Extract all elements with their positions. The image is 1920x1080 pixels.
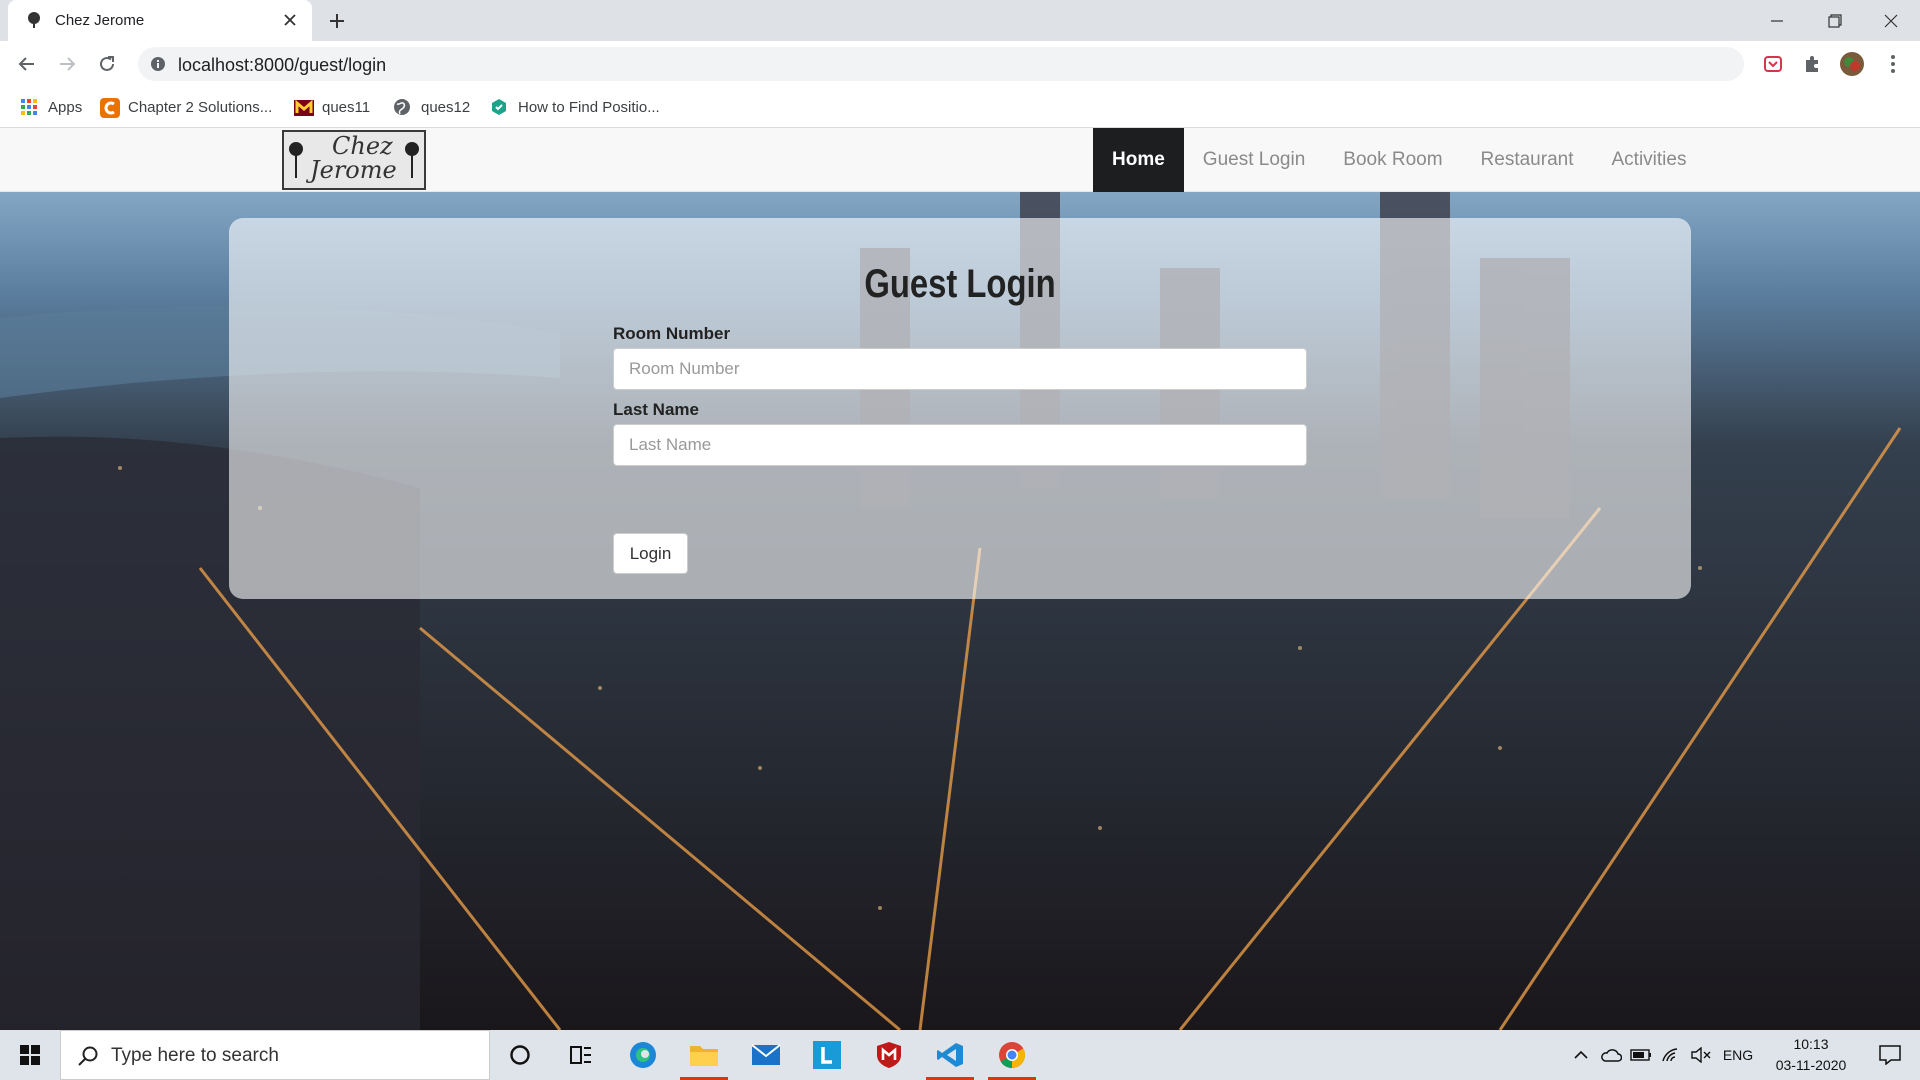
windows-start-icon[interactable] bbox=[0, 1030, 60, 1080]
file-explorer-icon[interactable] bbox=[674, 1030, 734, 1080]
bookmark-find-position[interactable]: How to Find Positio... bbox=[490, 95, 660, 119]
onedrive-cloud-icon[interactable] bbox=[1598, 1030, 1624, 1080]
bookmark-label: Chapter 2 Solutions... bbox=[128, 98, 273, 116]
site-navbar: Chez Jerome Home Guest Login Book Room R… bbox=[0, 128, 1920, 192]
room-number-label: Room Number bbox=[613, 324, 731, 343]
apps-grid-icon bbox=[20, 98, 38, 116]
mcafee-icon[interactable] bbox=[859, 1030, 919, 1080]
windows-taskbar: Type here to search ENG 10:13 03-11-2020 bbox=[0, 1030, 1920, 1080]
cortana-icon[interactable] bbox=[490, 1030, 550, 1080]
bookmark-label: ques11 bbox=[322, 98, 371, 116]
battery-icon[interactable] bbox=[1628, 1030, 1654, 1080]
nav-restaurant[interactable]: Restaurant bbox=[1462, 128, 1593, 192]
mail-icon[interactable] bbox=[736, 1030, 796, 1080]
bookmark-ques11[interactable]: ques11 bbox=[294, 95, 370, 119]
show-hidden-icons-chevron-icon[interactable] bbox=[1568, 1030, 1594, 1080]
brand-line-2: Jerome bbox=[310, 156, 397, 184]
login-card: Guest Login Room Number Last Name Login bbox=[229, 218, 1691, 599]
brand-logo[interactable]: Chez Jerome bbox=[282, 130, 426, 190]
bookmark-chapter2[interactable]: Chapter 2 Solutions... bbox=[100, 95, 272, 119]
login-button[interactable]: Login bbox=[613, 533, 688, 574]
notification-center-icon[interactable] bbox=[1862, 1030, 1918, 1080]
new-tab-icon[interactable] bbox=[324, 8, 350, 34]
url-text: localhost:8000/guest/login bbox=[178, 55, 387, 75]
tab-strip: Chez Jerome bbox=[0, 0, 1920, 41]
reload-icon[interactable] bbox=[92, 49, 122, 79]
vscode-icon[interactable] bbox=[920, 1030, 980, 1080]
tab-title: Chez Jerome bbox=[55, 12, 145, 29]
taskbar-search[interactable]: Type here to search bbox=[60, 1030, 490, 1080]
brand-line-1: Chez bbox=[332, 132, 393, 160]
system-clock[interactable]: 10:13 03-11-2020 bbox=[1762, 1034, 1860, 1076]
restore-icon[interactable] bbox=[1806, 0, 1864, 41]
clock-date: 03-11-2020 bbox=[1775, 1057, 1847, 1073]
bookmark-ques12[interactable]: ques12 bbox=[393, 95, 470, 119]
language-indicator[interactable]: ENG bbox=[1718, 1030, 1758, 1080]
address-bar[interactable]: localhost:8000/guest/login bbox=[138, 47, 1744, 81]
search-placeholder: Type here to search bbox=[111, 1045, 279, 1066]
wifi-icon[interactable] bbox=[1658, 1030, 1684, 1080]
site-info-icon[interactable] bbox=[150, 56, 166, 72]
tree-favicon-icon bbox=[26, 12, 42, 28]
room-number-input[interactable] bbox=[613, 348, 1307, 390]
search-icon bbox=[77, 1045, 99, 1067]
page-viewport: Chez Jerome Home Guest Login Book Room R… bbox=[0, 128, 1920, 1030]
chrome-icon[interactable] bbox=[982, 1030, 1042, 1080]
bookmark-label: How to Find Positio... bbox=[518, 98, 660, 116]
chegg-icon bbox=[100, 98, 120, 118]
page-title: Guest Login bbox=[864, 262, 1056, 306]
nav-home[interactable]: Home bbox=[1093, 128, 1184, 192]
close-window-icon[interactable] bbox=[1862, 0, 1920, 41]
extensions-puzzle-icon[interactable] bbox=[1799, 51, 1825, 77]
volume-muted-icon[interactable] bbox=[1688, 1030, 1714, 1080]
globe-icon bbox=[393, 98, 411, 116]
tree-left-icon bbox=[289, 142, 303, 178]
umn-icon bbox=[294, 98, 314, 116]
close-tab-icon[interactable] bbox=[280, 10, 300, 30]
minimize-icon[interactable] bbox=[1748, 0, 1806, 41]
pocket-extension-icon[interactable] bbox=[1760, 51, 1786, 77]
nav-links: Home Guest Login Book Room Restaurant Ac… bbox=[1093, 128, 1705, 192]
lync-l-icon[interactable] bbox=[797, 1030, 857, 1080]
brand-text: Chez Jerome bbox=[310, 134, 397, 182]
tree-right-icon bbox=[405, 142, 419, 178]
bookmarks-bar: Apps Chapter 2 Solutions... ques11 ques1… bbox=[0, 87, 1920, 128]
nav-guest-login[interactable]: Guest Login bbox=[1184, 128, 1324, 192]
clock-time: 10:13 bbox=[1793, 1036, 1829, 1052]
bookmark-apps[interactable]: Apps bbox=[20, 95, 82, 119]
edge-icon[interactable] bbox=[613, 1030, 673, 1080]
nav-book-room[interactable]: Book Room bbox=[1324, 128, 1461, 192]
back-arrow-icon[interactable] bbox=[12, 49, 42, 79]
last-name-label: Last Name bbox=[613, 400, 699, 419]
task-view-icon[interactable] bbox=[551, 1030, 611, 1080]
last-name-input[interactable] bbox=[613, 424, 1307, 466]
hexagon-icon bbox=[490, 98, 508, 116]
browser-tab[interactable]: Chez Jerome bbox=[8, 0, 312, 41]
browser-toolbar: localhost:8000/guest/login bbox=[0, 41, 1920, 87]
nav-activities[interactable]: Activities bbox=[1593, 128, 1706, 192]
bookmark-label: ques12 bbox=[421, 98, 471, 116]
chrome-menu-icon[interactable] bbox=[1880, 51, 1906, 77]
profile-avatar-icon[interactable] bbox=[1839, 51, 1865, 77]
bookmark-label: Apps bbox=[48, 98, 83, 116]
forward-arrow-icon[interactable] bbox=[52, 49, 82, 79]
